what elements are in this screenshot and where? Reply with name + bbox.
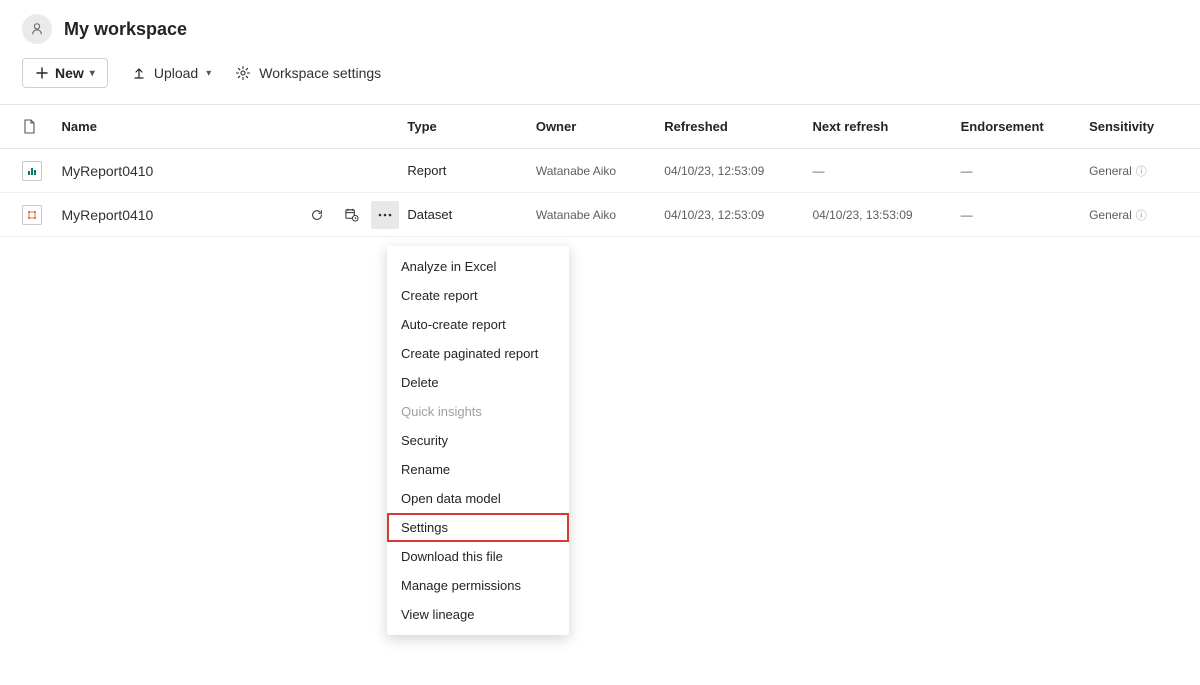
gear-icon: [235, 65, 251, 81]
context-menu: Analyze in ExcelCreate reportAuto-create…: [387, 246, 569, 635]
workspace-title: My workspace: [64, 19, 187, 40]
table-header: Name Type Owner Refreshed Next refresh E…: [0, 105, 1200, 149]
row-next-refresh: —: [812, 164, 960, 178]
schedule-refresh-button[interactable]: [337, 201, 365, 229]
report-icon: [26, 165, 38, 177]
chevron-down-icon: ▾: [90, 68, 95, 79]
menu-item-create-paginated-report[interactable]: Create paginated report: [387, 339, 569, 368]
refresh-icon: [310, 208, 324, 222]
menu-item-delete[interactable]: Delete: [387, 368, 569, 397]
row-name[interactable]: MyReport0410: [62, 207, 299, 223]
workspace-avatar: [22, 14, 52, 44]
row-sensitivity: General ⓘ: [1089, 207, 1178, 223]
row-type-icon: [22, 161, 62, 181]
row-name[interactable]: MyReport0410: [62, 163, 299, 179]
table-row[interactable]: MyReport0410 Dataset Watanabe Aiko 04/10…: [0, 193, 1200, 237]
workspace-toolbar: New ▾ Upload ▾ Workspace settings: [0, 54, 1200, 105]
column-header-name[interactable]: Name: [62, 119, 299, 134]
info-icon[interactable]: ⓘ: [1136, 207, 1147, 223]
menu-item-create-report[interactable]: Create report: [387, 281, 569, 310]
column-header-type[interactable]: Type: [407, 119, 535, 134]
menu-item-auto-create-report[interactable]: Auto-create report: [387, 310, 569, 339]
person-icon: [30, 22, 44, 36]
menu-item-view-lineage[interactable]: View lineage: [387, 600, 569, 629]
workspace-header: My workspace: [0, 0, 1200, 54]
dataset-icon: [26, 209, 38, 221]
row-refreshed: 04/10/23, 12:53:09: [664, 208, 812, 222]
upload-button[interactable]: Upload ▾: [132, 65, 211, 81]
row-owner: Watanabe Aiko: [536, 208, 664, 222]
refresh-now-button[interactable]: [303, 201, 331, 229]
plus-icon: [35, 66, 49, 80]
schedule-refresh-icon: [344, 207, 359, 222]
row-owner: Watanabe Aiko: [536, 164, 664, 178]
menu-item-open-data-model[interactable]: Open data model: [387, 484, 569, 513]
menu-item-analyze-in-excel[interactable]: Analyze in Excel: [387, 252, 569, 281]
ellipsis-icon: [378, 213, 392, 217]
column-header-endorsement[interactable]: Endorsement: [961, 119, 1089, 134]
menu-item-download-this-file[interactable]: Download this file: [387, 542, 569, 571]
row-endorsement: —: [961, 164, 1089, 178]
column-header-icon: [22, 119, 62, 135]
row-endorsement: —: [961, 208, 1089, 222]
row-type: Report: [407, 163, 535, 178]
column-header-owner[interactable]: Owner: [536, 119, 664, 134]
row-sensitivity: General ⓘ: [1089, 163, 1178, 179]
row-next-refresh: 04/10/23, 13:53:09: [812, 208, 960, 222]
column-header-sensitivity[interactable]: Sensitivity: [1089, 119, 1178, 134]
row-type-icon: [22, 205, 62, 225]
menu-item-security[interactable]: Security: [387, 426, 569, 455]
workspace-settings-label: Workspace settings: [259, 65, 381, 81]
new-button[interactable]: New ▾: [22, 58, 108, 88]
more-options-button[interactable]: [371, 201, 399, 229]
menu-item-settings[interactable]: Settings: [387, 513, 569, 542]
row-refreshed: 04/10/23, 12:53:09: [664, 164, 812, 178]
content-table: Name Type Owner Refreshed Next refresh E…: [0, 105, 1200, 237]
upload-label: Upload: [154, 65, 198, 81]
menu-item-rename[interactable]: Rename: [387, 455, 569, 484]
upload-icon: [132, 66, 146, 80]
row-type: Dataset: [407, 207, 535, 222]
column-header-next-refresh[interactable]: Next refresh: [812, 119, 960, 134]
column-header-refreshed[interactable]: Refreshed: [664, 119, 812, 134]
menu-item-manage-permissions[interactable]: Manage permissions: [387, 571, 569, 600]
menu-item-quick-insights: Quick insights: [387, 397, 569, 426]
new-button-label: New: [55, 65, 84, 81]
table-row[interactable]: MyReport0410 Report Watanabe Aiko 04/10/…: [0, 149, 1200, 193]
file-icon: [22, 119, 36, 135]
chevron-down-icon: ▾: [206, 68, 211, 79]
info-icon[interactable]: ⓘ: [1136, 163, 1147, 179]
workspace-settings-button[interactable]: Workspace settings: [235, 65, 381, 81]
